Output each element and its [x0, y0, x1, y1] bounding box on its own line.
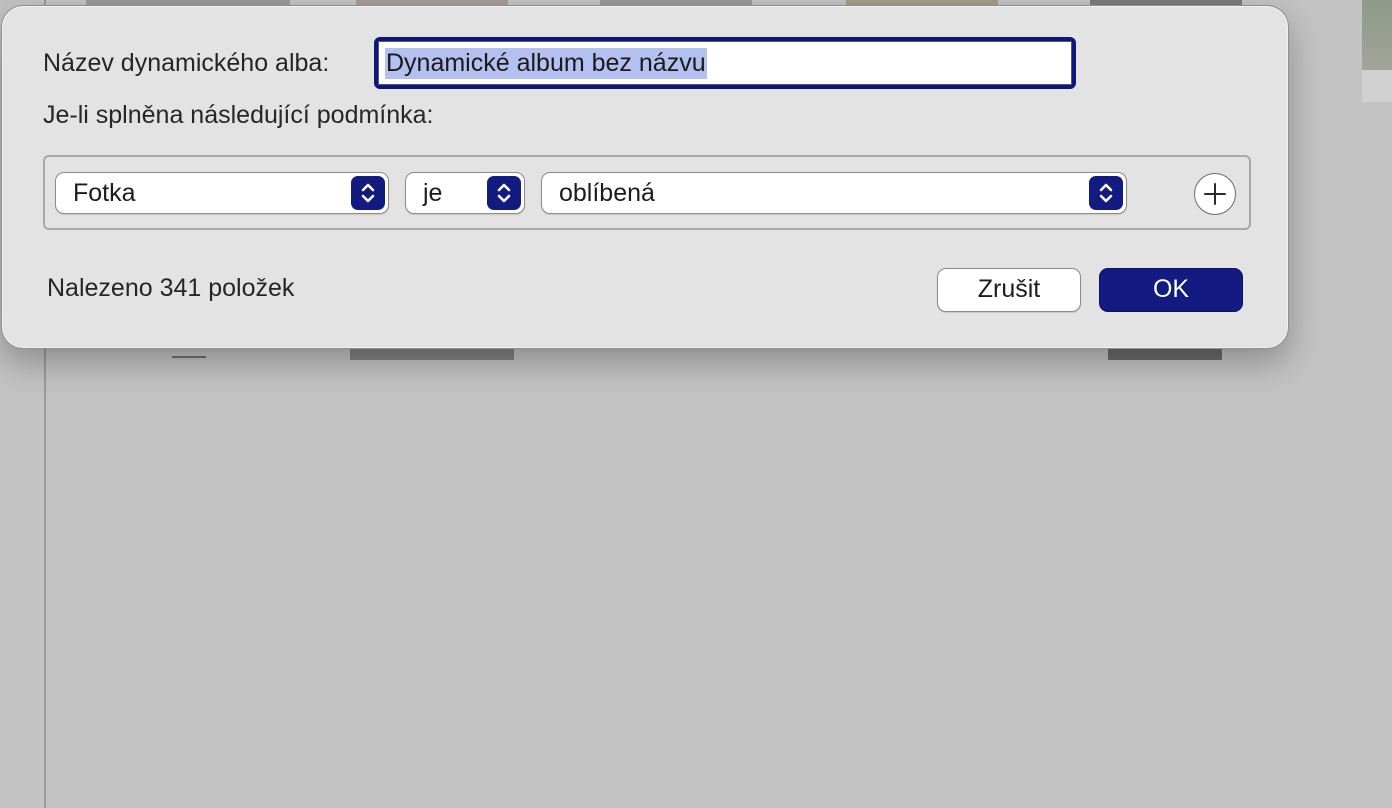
album-name-focus-ring: Dynamické album bez názvu: [374, 37, 1076, 89]
operator-popup[interactable]: je: [405, 172, 525, 214]
side-strip: [1362, 70, 1392, 102]
value-popup[interactable]: oblíbená: [541, 172, 1127, 214]
album-name-label: Název dynamického alba:: [43, 49, 330, 77]
field-popup[interactable]: Fotka: [55, 172, 389, 214]
field-popup-value: Fotka: [73, 179, 136, 207]
condition-label: Je-li splněna následující podmínka:: [43, 101, 434, 129]
smart-album-dialog: Název dynamického alba: Dynamické album …: [1, 5, 1289, 349]
rule-row: Fotka je oblíbená: [43, 155, 1251, 230]
operator-popup-value: je: [423, 179, 443, 207]
chevron-up-down-icon: [487, 176, 521, 210]
album-name-field[interactable]: Dynamické album bez názvu: [378, 41, 1072, 85]
ok-button[interactable]: OK: [1099, 268, 1243, 312]
album-name-value: Dynamické album bez názvu: [385, 47, 707, 79]
photo-thumbnail: [1362, 0, 1392, 70]
cancel-button[interactable]: Zrušit: [937, 268, 1081, 312]
add-rule-button[interactable]: [1194, 173, 1236, 215]
divider: [172, 356, 206, 358]
plus-icon: [1204, 183, 1226, 205]
found-count: Nalezeno 341 položek: [47, 274, 295, 302]
value-popup-value: oblíbená: [559, 179, 655, 207]
chevron-up-down-icon: [351, 176, 385, 210]
chevron-up-down-icon: [1089, 176, 1123, 210]
